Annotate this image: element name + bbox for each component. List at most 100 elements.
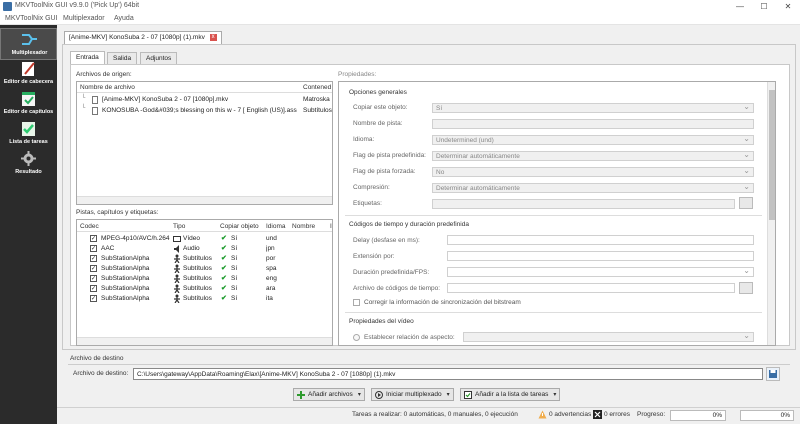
browse-timestamps-button[interactable] xyxy=(739,282,753,294)
menu-bar: MKVToolNix GUI Multiplexador Ayuda xyxy=(0,13,800,25)
delay-label: Delay (desfase en ms): xyxy=(353,237,420,244)
default-flag-select[interactable]: Determinar automáticamente xyxy=(432,151,754,161)
close-tab-icon[interactable]: x xyxy=(209,34,217,41)
source-file-container[interactable]: Matroska xyxy=(303,96,333,103)
properties-label: Propiedades: xyxy=(338,71,377,78)
column-header-filename[interactable]: Nombre de archivo xyxy=(80,84,135,91)
source-file-container[interactable]: Subtítulos xyxy=(303,107,333,114)
subtitle-track-icon xyxy=(174,254,180,263)
checkmark-icon: ✔ xyxy=(221,275,227,282)
horizontal-scrollbar[interactable] xyxy=(77,196,332,204)
column-header-name[interactable]: Nombre xyxy=(292,223,315,230)
dropdown-arrow-icon[interactable]: ▾ xyxy=(447,391,450,398)
track-checkbox[interactable]: ✓ xyxy=(90,285,97,292)
track-row[interactable]: ✓ MPEG-4p10/AVC/h.264 Vídeo ✔ Sí und xyxy=(77,234,332,244)
dropdown-arrow-icon[interactable]: ▾ xyxy=(553,391,556,398)
timestamps-file-label: Archivo de códigos de tiempo: xyxy=(353,285,441,292)
tracks-list[interactable]: Codec Tipo Copiar objeto Idioma Nombre I… xyxy=(76,219,333,346)
progress-label: Progreso: xyxy=(637,411,666,418)
destination-input[interactable]: C:\Users\gateway\AppData\Roaming\Elax\[A… xyxy=(133,368,763,380)
track-checkbox[interactable]: ✓ xyxy=(90,275,97,282)
track-row[interactable]: ✓ SubStationAlpha Subtítulos ✔ Sí ara xyxy=(77,284,332,294)
sidebar-item-job-output[interactable]: Resultado xyxy=(0,148,57,180)
properties-scrollbar[interactable] xyxy=(767,82,775,345)
browse-tags-button[interactable] xyxy=(739,197,753,209)
warnings-count[interactable]: 0 advertencias xyxy=(549,411,591,418)
start-multiplexing-button[interactable]: Iniciar multiplexado ▾ xyxy=(371,388,454,401)
default-duration-select[interactable] xyxy=(447,267,754,277)
menu-multiplexer[interactable]: Multiplexador xyxy=(63,15,105,22)
sidebar-item-job-queue[interactable]: Lista de tareas xyxy=(0,118,57,150)
track-language: por xyxy=(266,255,276,262)
track-checkbox[interactable]: ✓ xyxy=(90,295,97,302)
track-codec: SubStationAlpha xyxy=(101,255,150,262)
language-select[interactable]: Undetermined (und) xyxy=(432,135,754,145)
progress-total: 0% xyxy=(740,410,794,421)
checkmark-icon: ✔ xyxy=(221,295,227,302)
scrollbar-thumb[interactable] xyxy=(769,90,775,220)
track-row[interactable]: ✓ SubStationAlpha Subtítulos ✔ Sí ita xyxy=(77,294,332,304)
plus-icon xyxy=(297,390,305,399)
fix-bitstream-checkbox[interactable] xyxy=(353,299,360,306)
checkmark-icon: ✔ xyxy=(221,265,227,272)
source-file-name[interactable]: [Anime-MKV] KonoSuba 2 - 07 [1080p].mkv xyxy=(102,96,300,103)
maximize-button[interactable]: ☐ xyxy=(752,0,776,13)
source-files-list[interactable]: Nombre de archivo Contened └ [Anime-MKV]… xyxy=(76,81,333,205)
dropdown-arrow-icon[interactable]: ▾ xyxy=(358,391,361,398)
track-type: Subtítulos xyxy=(183,295,212,302)
sidebar-item-chapter-editor[interactable]: Editor de capítulos xyxy=(0,88,57,120)
aspect-ratio-radio[interactable] xyxy=(353,334,360,341)
close-window-button[interactable]: ✕ xyxy=(776,0,800,13)
browse-destination-button[interactable] xyxy=(766,367,780,381)
horizontal-scrollbar[interactable] xyxy=(77,337,332,345)
sidebar-item-header-editor[interactable]: Editor de cabecera xyxy=(0,58,57,90)
job-output-icon xyxy=(21,151,36,166)
stretch-input[interactable] xyxy=(447,251,754,261)
track-checkbox[interactable]: ✓ xyxy=(90,245,97,252)
track-row[interactable]: ✓ SubStationAlpha Subtítulos ✔ Sí spa xyxy=(77,264,332,274)
file-icon xyxy=(92,107,98,115)
add-to-queue-button[interactable]: Añadir a la lista de tareas ▾ xyxy=(460,388,561,401)
add-files-button[interactable]: Añadir archivos ▾ xyxy=(293,388,365,401)
track-checkbox[interactable]: ✓ xyxy=(90,255,97,262)
video-track-icon xyxy=(173,236,181,242)
track-copy: Sí xyxy=(231,285,238,292)
track-language: ita xyxy=(266,295,273,302)
track-row[interactable]: ✓ SubStationAlpha Subtítulos ✔ Sí por xyxy=(77,254,332,264)
copy-item-select[interactable]: Sí xyxy=(432,103,754,113)
menu-help[interactable]: Ayuda xyxy=(114,15,134,22)
tab-attachments[interactable]: Adjuntos xyxy=(140,52,178,64)
minimize-button[interactable]: — xyxy=(728,0,752,13)
source-file-name[interactable]: KONOSUBA -God&#039;s blessing on this w … xyxy=(102,107,300,114)
column-header-more[interactable]: I xyxy=(330,223,332,230)
track-codec: SubStationAlpha xyxy=(101,265,150,272)
track-type: Subtítulos xyxy=(183,285,212,292)
checkmark-icon: ✔ xyxy=(221,245,227,252)
track-checkbox[interactable]: ✓ xyxy=(90,265,97,272)
tags-input[interactable] xyxy=(432,199,735,209)
column-header-type[interactable]: Tipo xyxy=(173,223,185,230)
column-header-container[interactable]: Contened xyxy=(303,84,331,91)
track-row[interactable]: ✓ AAC Audio ✔ Sí jpn xyxy=(77,244,332,254)
track-language: jpn xyxy=(266,245,275,252)
column-header-copy[interactable]: Copiar objeto xyxy=(220,223,259,230)
forced-flag-select[interactable]: No xyxy=(432,167,754,177)
column-header-codec[interactable]: Codec xyxy=(80,223,99,230)
sidebar-item-multiplexer[interactable]: Multiplexador xyxy=(0,28,57,60)
subtitle-track-icon xyxy=(174,284,180,293)
timestamps-file-input[interactable] xyxy=(447,283,735,293)
column-header-language[interactable]: Idioma xyxy=(266,223,286,230)
track-row[interactable]: ✓ SubStationAlpha Subtítulos ✔ Sí eng xyxy=(77,274,332,284)
tab-output[interactable]: Salida xyxy=(107,52,138,64)
track-checkbox[interactable]: ✓ xyxy=(90,235,97,242)
compression-label: Compresión: xyxy=(353,184,390,191)
tab-input[interactable]: Entrada xyxy=(70,51,105,64)
aspect-ratio-select[interactable] xyxy=(463,332,754,342)
audio-track-icon xyxy=(174,245,179,253)
track-name-input[interactable] xyxy=(432,119,754,129)
document-tab[interactable]: [Anime-MKV] KonoSuba 2 - 07 [1080p] (1).… xyxy=(64,31,222,44)
compression-select[interactable]: Determinar automáticamente xyxy=(432,183,754,193)
menu-mkvtoolnix[interactable]: MKVToolNix GUI xyxy=(5,15,58,22)
delay-input[interactable] xyxy=(447,235,754,245)
errors-count[interactable]: 0 errores xyxy=(604,411,630,418)
